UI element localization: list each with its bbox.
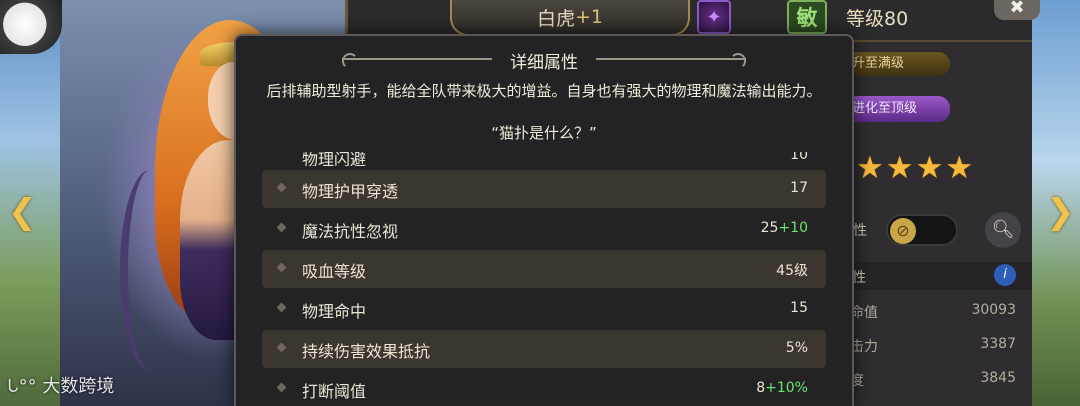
attribute-row: 物理护甲穿透 17 [262,170,826,208]
watermark: ᘂ°° 大数跨境 [8,372,114,398]
attribute-name: 物理命中 [302,302,367,321]
lock-toggle[interactable]: ⊘ [886,214,958,246]
attribute-row: 持续伤害效果抵抗 5% [262,330,826,368]
attribute-row: 物理闪避 10 [262,152,826,166]
stat-value: 3387 [980,336,1016,352]
bullet-icon [276,262,287,273]
attribute-value: 8+10% [756,380,808,396]
stat-label: 命值 [850,305,878,321]
stat-label: 击力 [850,339,878,355]
attribute-bonus: +10% [765,380,808,396]
attribute-name: 物理护甲穿透 [302,182,399,201]
attribute-value: 45级 [776,260,808,280]
attribute-row: 物理命中 15 [262,290,826,328]
attribute-name: 物理闪避 [302,152,367,166]
attribute-badge: 敏 [787,0,827,34]
upgrade-max-level-button[interactable]: 升至满级 [850,52,950,76]
attribute-value: 15 [790,300,808,316]
faction-icon: ✦ [697,0,731,34]
dialog-title: 详细属性 [510,53,578,73]
bullet-icon [276,302,287,313]
attribute-value: 25+10 [761,220,808,236]
bullet-icon [276,382,287,393]
watermark-logo-icon: ᘂ°° [8,376,37,397]
level-label: 等级80 [846,8,909,30]
attribute-row: 魔法抗性忽视 25+10 [262,210,826,248]
attribute-row: 打断阈值 8+10% [262,370,826,406]
search-icon[interactable]: 🔍︎ [985,212,1021,248]
stat-row: 命值 30093 [850,302,1020,322]
attribute-name: 吸血等级 [302,262,367,281]
attribute-base: 25 [760,220,779,236]
prev-hero-arrow-icon[interactable]: ❮ [8,192,37,232]
attribute-name: 打断阈值 [302,382,367,401]
close-button[interactable]: ✖ [994,0,1040,20]
attribute-value: 17 [790,180,808,196]
bullet-icon [276,222,287,233]
star-rating: ★★★★ [856,150,976,186]
stat-row: 击力 3387 [850,336,1020,356]
hero-quote: “猫扑是什么？” [491,124,597,142]
stat-value: 30093 [971,302,1016,318]
hero-name-plate: 白虎 +1 [450,0,690,36]
next-hero-arrow-icon[interactable]: ❯ [1046,192,1075,232]
attribute-base: 5% [785,340,808,356]
attribute-base: 17 [790,180,808,196]
attribute-base: 45级 [776,263,808,279]
attribute-value: 5% [786,340,808,356]
attribute-value: 10 [790,152,808,163]
toggle-label: 性 [853,223,867,239]
stat-value: 3845 [980,370,1016,386]
hero-plus: +1 [575,6,604,28]
evolve-max-button[interactable]: 进化至顶级 [850,96,950,122]
hero-description: 后排辅助型射手，能给全队带来极大的增益。自身也有强大的物理和魔法输出能力。 [266,82,822,100]
attribute-bonus: +10 [778,220,808,236]
watermark-text: 大数跨境 [42,376,115,397]
bullet-icon [276,182,287,193]
stat-row: 度 3845 [850,370,1020,390]
attribute-base: 15 [790,300,808,316]
attribute-name: 持续伤害效果抵抗 [302,342,431,361]
hero-bow [120,170,180,370]
stats-section-label: 性 [852,270,866,286]
hero-name: 白虎 [536,7,575,30]
attribute-base: 8 [756,380,766,396]
attribute-row: 吸血等级 45级 [262,250,826,288]
detail-attributes-dialog: 详细属性 后排辅助型射手，能给全队带来极大的增益。自身也有强大的物理和魔法输出能… [234,34,854,406]
forbid-icon: ⊘ [890,218,916,244]
title-ornament-right [596,53,746,69]
attribute-name: 魔法抗性忽视 [302,222,399,241]
info-icon[interactable]: i [994,264,1016,286]
bullet-icon [276,342,287,353]
